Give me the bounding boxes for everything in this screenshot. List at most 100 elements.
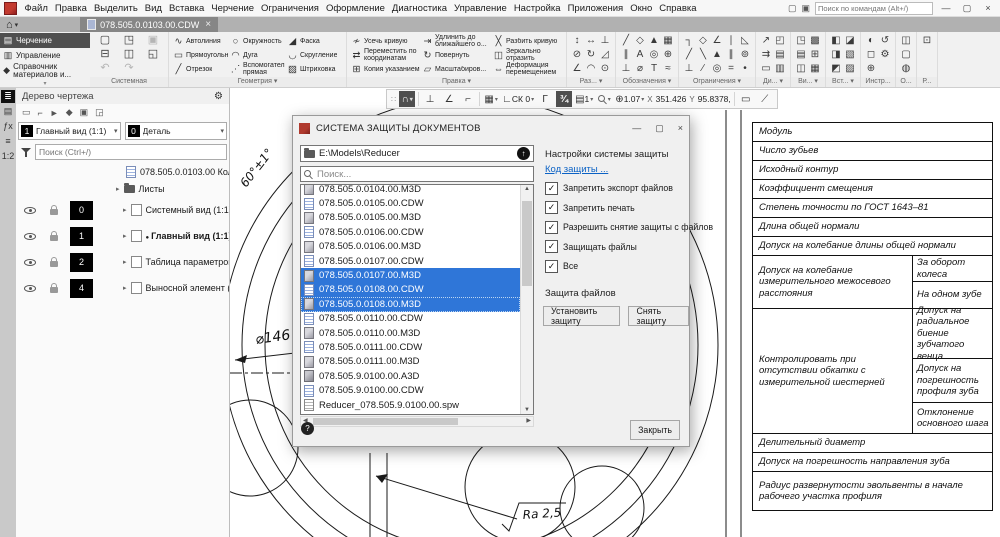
cad-tool-icon[interactable]: ▤ — [774, 48, 786, 61]
cad-tool-icon[interactable]: ▢ — [94, 34, 116, 47]
side-panel-tab[interactable]: ▤ — [1, 105, 15, 118]
cad-tool-icon[interactable]: ∥ — [725, 48, 737, 61]
cad-tool-icon[interactable]: ┐ — [683, 34, 695, 47]
side-panel-tab[interactable]: ≡ — [1, 135, 15, 148]
tree-search-input[interactable] — [35, 144, 227, 160]
close-button[interactable]: × — [980, 3, 996, 13]
up-level-button[interactable]: ↑ — [517, 147, 530, 160]
protection-checkbox[interactable]: ✓Все — [545, 260, 713, 272]
cad-tool-icon[interactable]: ⊕ — [662, 48, 674, 61]
file-item[interactable]: 078.505.0.0108.00.CDW — [301, 283, 520, 297]
cad-tool-icon[interactable]: = — [725, 62, 737, 75]
protection-checkbox[interactable]: ✓Разрешить снятие защиты с файлов — [545, 221, 713, 233]
horizontal-scrollbar[interactable]: ◀ ▶ — [300, 416, 534, 427]
menu-item[interactable]: Управление — [451, 3, 511, 14]
cad-tool-icon[interactable]: ↔ — [585, 34, 597, 47]
cad-tool-icon[interactable]: ⊘ — [571, 48, 583, 61]
menu-item[interactable]: Вставка — [165, 3, 207, 14]
cad-tool-icon[interactable]: ▲ — [648, 34, 660, 47]
cad-tool-icon[interactable]: ◿ — [599, 48, 611, 61]
tree-item[interactable]: 0▸Системный вид (1:1) — [16, 197, 229, 223]
menu-item[interactable]: Вид — [141, 3, 165, 14]
cad-tool-icon[interactable]: ▦ — [662, 34, 674, 47]
menu-item[interactable]: Выделить — [90, 3, 141, 14]
ribbon-tool[interactable]: ╳Разбить кривую — [493, 34, 562, 48]
checkbox-checked-icon[interactable]: ✓ — [545, 201, 558, 214]
file-item[interactable]: 078.505.0.0110.00.M3D — [301, 326, 520, 340]
cad-tool-icon[interactable]: ◇ — [697, 34, 709, 47]
file-item[interactable]: 078.505.0.0111.00.CDW — [301, 340, 520, 354]
cad-tool-icon[interactable]: ◍ — [900, 62, 912, 75]
ribbon-tool[interactable]: ◡Скругление — [287, 48, 342, 62]
menu-item[interactable]: Правка — [51, 3, 90, 14]
cad-tool-icon[interactable]: ╱ — [683, 48, 695, 61]
snap-tangent-icon[interactable]: ⌐ — [460, 91, 476, 107]
menu-item[interactable]: Диагностика — [388, 3, 450, 14]
eye-icon[interactable] — [24, 256, 36, 268]
cad-tool-icon[interactable]: • — [739, 62, 751, 75]
cad-tool-icon[interactable]: ∠ — [571, 62, 583, 75]
command-search-input[interactable] — [815, 2, 933, 15]
tree-toolbar-icon[interactable]: ◲ — [95, 107, 104, 118]
current-view-selector[interactable]: 1 Главный вид (1:1) ▾ — [18, 122, 121, 140]
cad-tool-icon[interactable]: ◫ — [795, 62, 807, 75]
ribbon-tool[interactable]: ▨Штриховка — [287, 62, 342, 76]
cad-tool-icon[interactable]: ↻ — [585, 48, 597, 61]
eye-icon[interactable] — [24, 282, 36, 294]
menu-item[interactable]: Файл — [21, 3, 51, 14]
cad-tool-icon[interactable]: ◐ — [865, 34, 877, 47]
window-layout-icon[interactable]: ▢ — [788, 3, 797, 14]
tree-toolbar-icon[interactable]: ◆ — [66, 107, 73, 118]
file-list[interactable]: 078.505.0.0104.00.M3D078.505.0.0105.00.C… — [300, 184, 534, 415]
file-item[interactable]: 078.505.9.0100.00.CDW — [301, 383, 520, 397]
eye-icon[interactable] — [24, 204, 36, 216]
ribbon-tool[interactable]: ≁Усечь кривую — [351, 34, 420, 48]
cad-tool-icon[interactable]: ◎ — [648, 48, 660, 61]
zoom-tool-button[interactable]: ▾ — [596, 91, 612, 107]
folder-path-field[interactable]: E:\Models\Reducer ↑ — [300, 145, 534, 162]
expand-icon[interactable]: ▸ — [123, 258, 127, 266]
ribbon-tool[interactable]: ◠Дуга — [230, 48, 285, 62]
menu-item[interactable]: Черчение — [208, 3, 258, 14]
modes-expander-icon[interactable]: ▾ — [0, 80, 90, 87]
cad-tool-icon[interactable]: ≈ — [662, 62, 674, 75]
checkbox-checked-icon[interactable]: ✓ — [545, 182, 558, 195]
menu-item[interactable]: Окно — [627, 3, 656, 14]
home-caret-icon[interactable]: ▾ — [15, 21, 19, 29]
cad-tool-icon[interactable]: ▤ — [795, 48, 807, 61]
cad-tool-icon[interactable]: ∠ — [711, 34, 723, 47]
gear-icon[interactable]: ⚙ — [214, 91, 223, 102]
ribbon-tool[interactable]: ⋰Вспомогатель.. прямая — [230, 62, 285, 76]
layer-selector[interactable]: ▤ 1▾ — [575, 91, 593, 107]
mode-button[interactable]: ▤Черчение — [0, 33, 90, 48]
lock-icon[interactable] — [50, 209, 58, 215]
cad-tool-icon[interactable]: ⊥ — [683, 62, 695, 75]
cad-tool-icon[interactable]: ╱ — [620, 34, 632, 47]
scroll-right-icon[interactable]: ▶ — [526, 417, 531, 426]
file-item[interactable]: 078.505.0.0107.00.CDW — [301, 254, 520, 268]
set-protection-button[interactable]: Установить защиту — [543, 306, 620, 326]
filter-icon[interactable] — [21, 147, 31, 158]
ortho-mode-icon[interactable]: Γ — [537, 91, 553, 107]
expand-icon[interactable]: ▸ — [123, 284, 127, 292]
close-dialog-button[interactable]: Закрыть — [630, 420, 680, 440]
tree-toolbar-icon[interactable]: ▣ — [80, 107, 89, 118]
minimize-button[interactable]: — — [938, 3, 954, 13]
cad-tool-icon[interactable]: ⚙ — [879, 48, 891, 61]
cad-tool-icon[interactable]: ∣ — [725, 34, 737, 47]
tab-close-icon[interactable]: × — [205, 19, 211, 30]
ribbon-tool[interactable]: ⇄Переместить по координатам — [351, 48, 420, 62]
eye-icon[interactable] — [24, 230, 36, 242]
dialog-minimize-button[interactable]: — — [632, 123, 641, 134]
cad-tool-icon[interactable]: A — [634, 48, 646, 61]
scrollbar-thumb[interactable] — [522, 201, 532, 286]
checkbox-checked-icon[interactable]: ✓ — [545, 221, 558, 234]
zoom-scale-selector[interactable]: ⊕ 1.07▾ — [615, 91, 644, 107]
file-item[interactable]: 078.505.0.0111.00.M3D — [301, 355, 520, 369]
scroll-up-icon[interactable]: ▲ — [521, 186, 533, 192]
tree-item[interactable]: 1▸●Главный вид (1:1) — [16, 223, 229, 249]
expand-icon[interactable]: ▸ — [123, 206, 127, 214]
protection-code-link[interactable]: Код защиты ... — [545, 164, 608, 175]
cad-tool-icon[interactable]: ↺ — [879, 34, 891, 47]
rounding-snap-button[interactable]: ¾ — [556, 91, 572, 107]
